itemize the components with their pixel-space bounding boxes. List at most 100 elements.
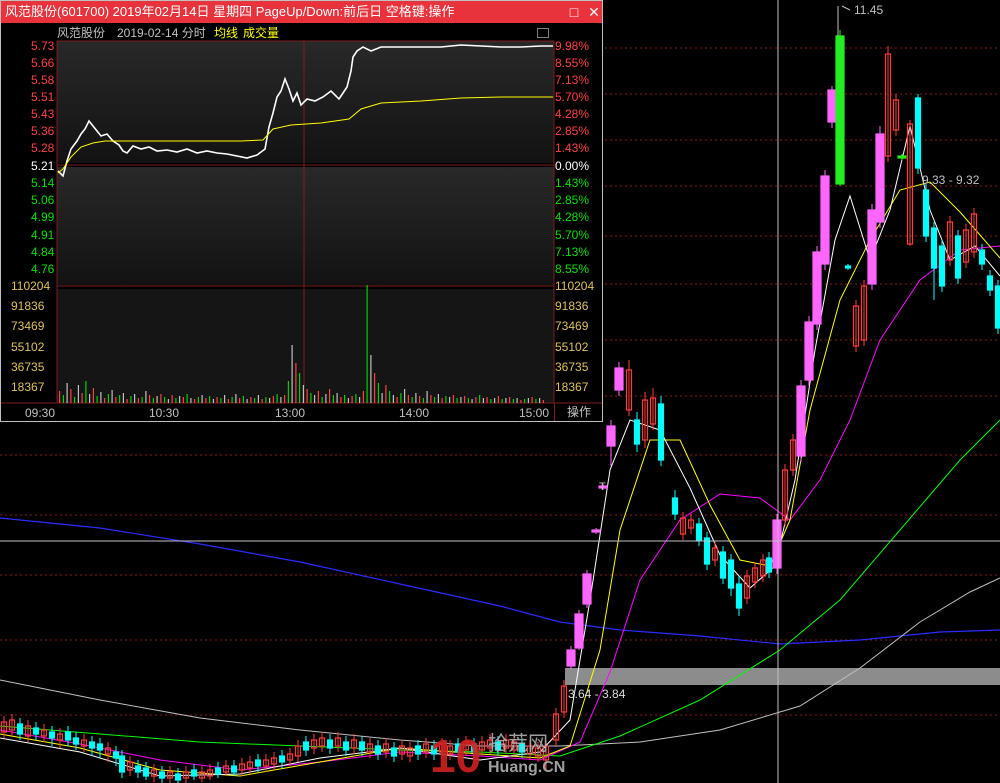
candle xyxy=(719,546,727,584)
percent-label-up-3: 5.70% xyxy=(555,90,590,104)
price-label-up-0: 5.73 xyxy=(31,39,55,53)
volume-bar xyxy=(141,397,143,403)
candle xyxy=(560,680,568,718)
price-label-up-4: 5.43 xyxy=(31,107,55,121)
volume-bar xyxy=(445,396,447,403)
volume-label-left-0: 110204 xyxy=(11,279,51,293)
candle xyxy=(566,646,576,670)
popup-title-bar[interactable]: 风范股份(601700) 2019年02月14日 星期四 PageUp/Down… xyxy=(1,1,602,23)
volume-bar xyxy=(107,394,109,403)
volume-bar xyxy=(164,397,166,403)
volume-bar xyxy=(539,398,541,403)
volume-bar xyxy=(145,391,147,403)
volume-bar xyxy=(437,394,439,403)
volume-bar xyxy=(186,394,188,403)
volume-label-right-3: 55102 xyxy=(555,339,589,354)
candle xyxy=(892,94,900,136)
volume-bar xyxy=(385,385,387,403)
percent-label-down-3: 5.70% xyxy=(555,227,590,242)
volume-bar xyxy=(314,395,316,403)
candle xyxy=(867,204,877,290)
operate-button[interactable]: 操作 xyxy=(554,403,603,421)
volume-bar xyxy=(370,355,372,403)
candle xyxy=(166,766,174,783)
candle xyxy=(875,126,885,228)
high-pointer-arrow xyxy=(841,5,851,11)
volume-bar xyxy=(126,399,128,403)
candle xyxy=(884,46,892,162)
volume-bar xyxy=(389,391,391,403)
candle xyxy=(150,764,158,782)
candle xyxy=(582,570,592,608)
candle xyxy=(852,300,860,352)
volume-bar xyxy=(475,397,477,403)
candle xyxy=(679,512,687,540)
volume-bar xyxy=(479,395,481,403)
price-label-up-6: 5.28 xyxy=(31,141,55,155)
volume-bar xyxy=(452,395,454,403)
candle xyxy=(342,736,350,756)
volume-bar xyxy=(434,397,436,403)
candle xyxy=(310,734,318,754)
prev-close-label: 5.21 xyxy=(31,159,55,173)
candle xyxy=(382,738,390,758)
maximize-button[interactable]: □ xyxy=(564,1,584,23)
volume-bar xyxy=(351,396,353,403)
volume-bar xyxy=(179,396,181,403)
volume-bar xyxy=(464,396,466,403)
candle xyxy=(374,740,382,760)
candle xyxy=(727,554,735,596)
volume-bar xyxy=(239,398,241,403)
volume-label-right-5: 18367 xyxy=(555,380,589,394)
volume-bar xyxy=(325,394,327,403)
close-button[interactable]: ✕ xyxy=(584,1,604,23)
candle xyxy=(657,396,665,466)
candle xyxy=(796,380,806,462)
candle xyxy=(930,222,938,300)
volume-bar xyxy=(460,397,462,403)
volume-bar xyxy=(422,398,424,403)
volume-bar xyxy=(156,396,158,403)
percent-label-up-5: 2.85% xyxy=(555,124,590,138)
percent-label-up-1: 8.55% xyxy=(555,56,590,70)
candle xyxy=(695,518,703,546)
volume-bar xyxy=(374,373,376,403)
volume-label-left-5: 18367 xyxy=(11,380,45,394)
volume-bar xyxy=(340,397,342,403)
volume-bar xyxy=(119,395,121,403)
candle xyxy=(954,230,962,284)
price-label-up-5: 5.36 xyxy=(31,124,55,138)
candle xyxy=(711,542,719,566)
volume-bar xyxy=(355,394,357,403)
volume-bar xyxy=(70,389,72,403)
intraday-popup[interactable]: 风范股份(601700) 2019年02月14日 星期四 PageUp/Down… xyxy=(0,0,603,422)
volume-bar xyxy=(359,397,361,403)
volume-bar xyxy=(501,399,503,403)
percent-label-down-0: 1.43% xyxy=(555,176,590,190)
volume-bar xyxy=(467,398,469,403)
volume-bar xyxy=(250,397,252,403)
volume-bar xyxy=(449,397,451,403)
volume-bar xyxy=(235,394,237,403)
volume-bar xyxy=(111,390,113,403)
candle xyxy=(633,412,641,452)
candle xyxy=(812,246,822,330)
volume-bar xyxy=(381,393,383,403)
candle xyxy=(606,420,616,466)
time-label-1400: 14:00 xyxy=(399,406,430,420)
volume-bar xyxy=(201,395,203,403)
intraday-chart[interactable] xyxy=(1,23,602,421)
volume-label-left-3: 55102 xyxy=(11,339,45,354)
volume-bar xyxy=(404,389,406,403)
time-label-0930: 09:30 xyxy=(25,406,56,420)
candle xyxy=(641,392,649,448)
price-label-down-4: 4.84 xyxy=(31,244,55,259)
price-label-down-2: 4.99 xyxy=(31,210,55,225)
candle xyxy=(142,762,150,780)
cursor-mark: T xyxy=(599,481,606,493)
volume-bar xyxy=(531,397,533,403)
volume-bar xyxy=(175,398,177,403)
volume-bar xyxy=(149,395,151,403)
percent-label-down-2: 4.28% xyxy=(555,210,590,225)
volume-bar xyxy=(415,393,417,403)
